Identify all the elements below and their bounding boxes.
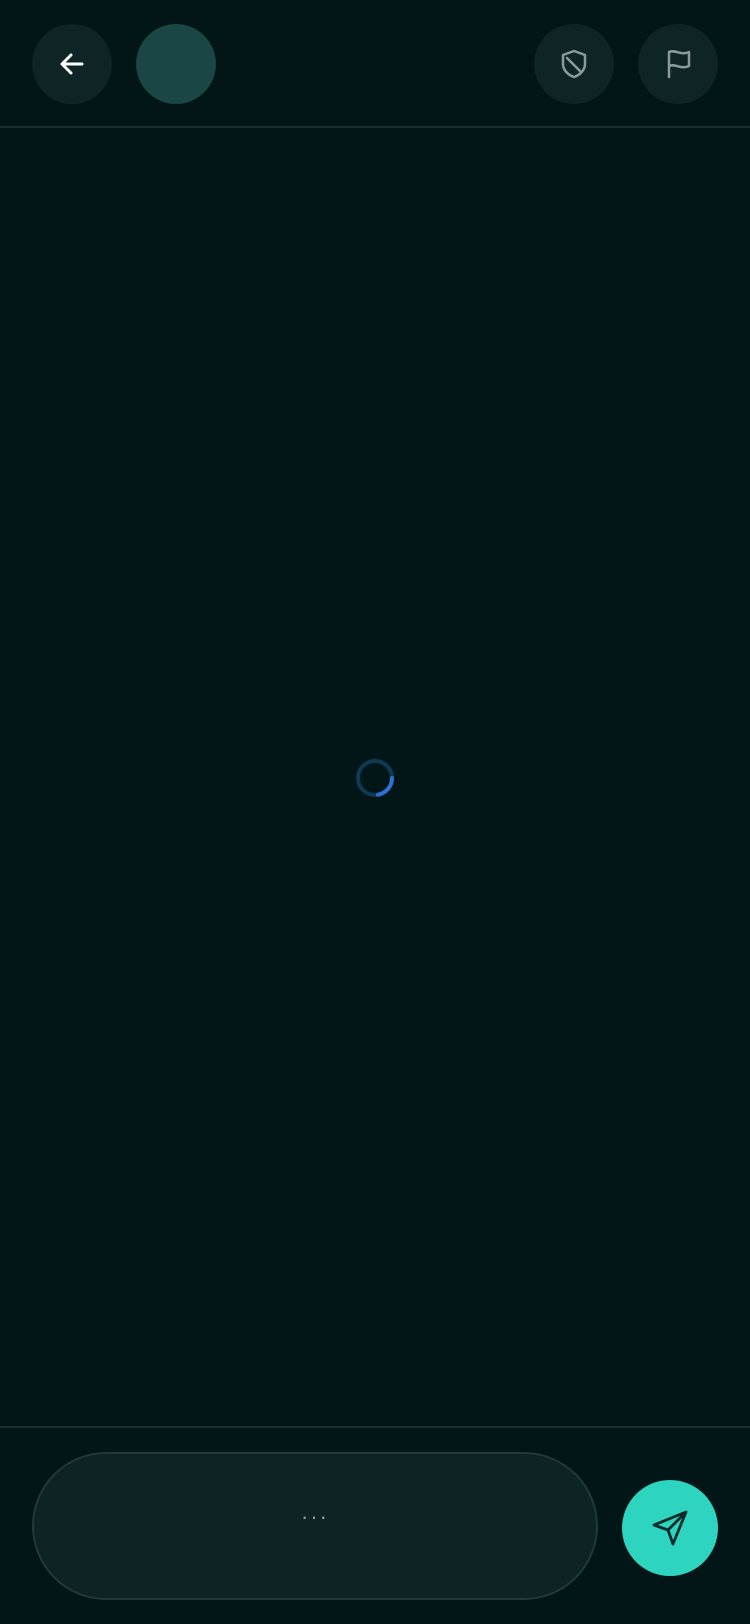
message-input[interactable]: ··· — [32, 1452, 598, 1600]
shield-slash-icon — [561, 49, 587, 79]
message-composer: ··· — [0, 1426, 750, 1624]
back-button[interactable] — [32, 24, 112, 104]
messages-area — [0, 128, 750, 1426]
chat-header — [0, 0, 750, 128]
avatar[interactable] — [136, 24, 216, 104]
loading-spinner-icon — [356, 759, 394, 797]
typing-indicator: ··· — [301, 1504, 329, 1529]
flag-icon — [667, 50, 691, 79]
arrow-left-icon — [60, 53, 84, 75]
report-button[interactable] — [638, 24, 718, 104]
send-button[interactable] — [622, 1480, 718, 1576]
send-icon — [652, 1510, 688, 1546]
safety-button[interactable] — [534, 24, 614, 104]
